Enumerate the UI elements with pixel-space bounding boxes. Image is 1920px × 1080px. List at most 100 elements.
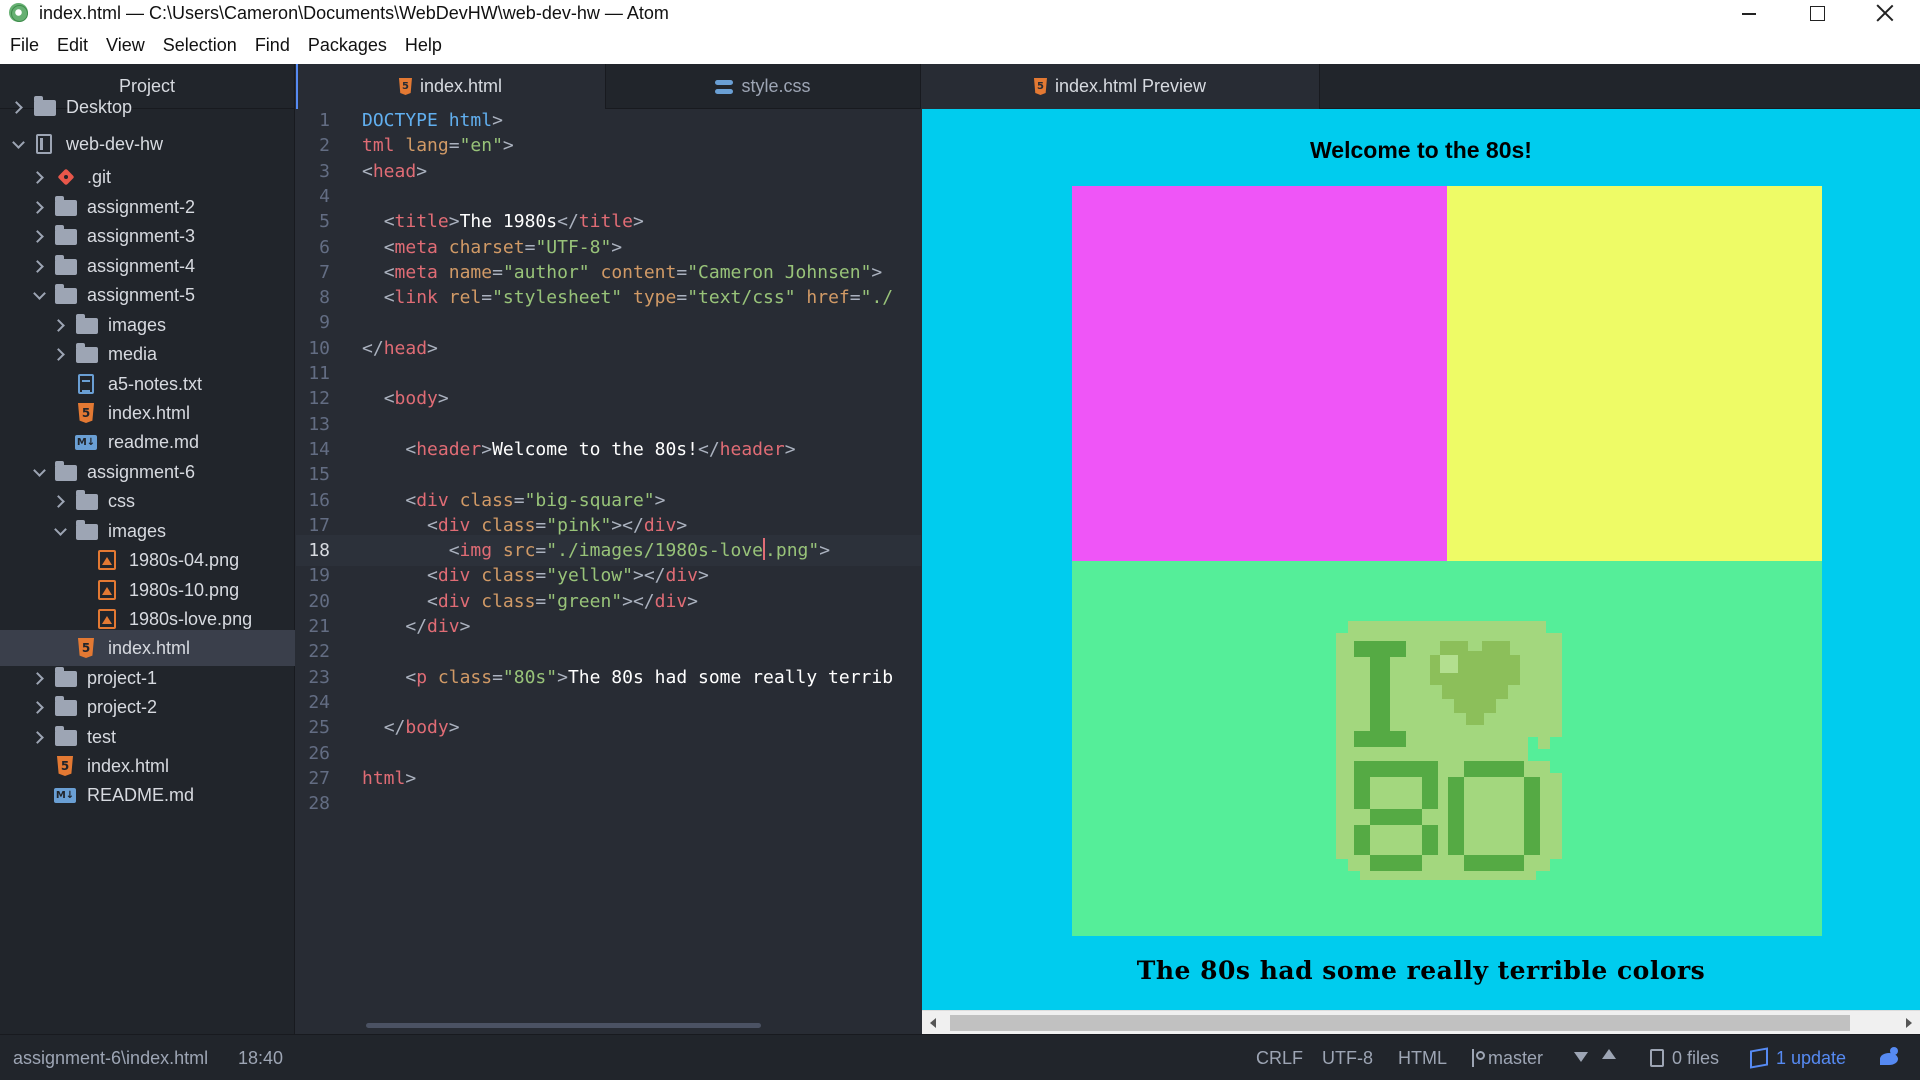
tree-item[interactable]: Desktop bbox=[0, 89, 295, 125]
editor-tab-bar: index.html style.css bbox=[296, 64, 921, 109]
chevron-right-icon[interactable] bbox=[33, 230, 45, 242]
close-button[interactable] bbox=[1851, 0, 1919, 26]
scrollbar-thumb[interactable] bbox=[950, 1015, 1850, 1031]
status-cursor-position[interactable]: 18:40 bbox=[238, 1048, 283, 1069]
html5-icon bbox=[398, 78, 412, 95]
menu-edit[interactable]: Edit bbox=[48, 35, 97, 56]
tab-index-html[interactable]: index.html bbox=[296, 64, 606, 109]
maximize-icon bbox=[1809, 5, 1825, 21]
chevron-down-icon[interactable] bbox=[54, 525, 66, 537]
minimize-icon bbox=[1742, 13, 1756, 15]
project-sidebar: Project Desktop web-dev-hw .git assignment-… bbox=[0, 64, 295, 1034]
status-encoding[interactable]: UTF-8 bbox=[1322, 1048, 1373, 1069]
menu-packages[interactable]: Packages bbox=[299, 35, 396, 56]
preview-horizontal-scrollbar[interactable] bbox=[922, 1010, 1920, 1034]
text-caret bbox=[763, 538, 766, 561]
chevron-right-icon[interactable] bbox=[33, 701, 45, 713]
maximize-button[interactable] bbox=[1783, 0, 1851, 26]
chevron-right-icon[interactable] bbox=[33, 171, 45, 183]
preview-paragraph: The 80s had some really terrible colors bbox=[1136, 956, 1706, 985]
window-title: index.html — C:\Users\Cameron\Documents\… bbox=[39, 3, 669, 23]
folder-icon bbox=[76, 490, 98, 510]
chevron-down-icon[interactable] bbox=[12, 138, 24, 150]
menu-view[interactable]: View bbox=[97, 35, 154, 56]
tree-item-label: 1980s-04.png bbox=[129, 549, 240, 570]
chevron-right-icon[interactable] bbox=[54, 348, 66, 360]
status-updates[interactable]: 1 update bbox=[1750, 1047, 1847, 1069]
tab-label: index.html bbox=[419, 76, 503, 96]
push-up-icon[interactable] bbox=[1602, 1049, 1616, 1059]
chevron-right-icon[interactable] bbox=[54, 495, 66, 507]
close-icon bbox=[1876, 4, 1894, 22]
html5-icon bbox=[1033, 78, 1047, 95]
chevron-right-icon[interactable] bbox=[12, 101, 24, 113]
tree-item[interactable]: web-dev-hw bbox=[0, 126, 295, 162]
tree-item-label: project-1 bbox=[87, 667, 158, 688]
minimize-button[interactable] bbox=[1715, 0, 1783, 26]
status-line-ending[interactable]: CRLF bbox=[1256, 1048, 1303, 1069]
tree-item-label: index.html bbox=[108, 637, 191, 658]
status-changed-files[interactable]: 0 files bbox=[1650, 1048, 1719, 1069]
chevron-right-icon[interactable] bbox=[54, 319, 66, 331]
folder-icon bbox=[76, 343, 98, 363]
bird-icon[interactable] bbox=[1878, 1047, 1900, 1067]
pink-square bbox=[1072, 186, 1447, 561]
atom-icon bbox=[9, 3, 28, 22]
chevron-right-icon[interactable] bbox=[33, 731, 45, 743]
text-file-icon bbox=[78, 374, 94, 394]
editor-horizontal-scrollbar[interactable] bbox=[366, 1023, 761, 1028]
tree-item-label: assignment-2 bbox=[87, 196, 196, 217]
status-branch[interactable]: master bbox=[1470, 1048, 1543, 1069]
changed-files-label: 0 files bbox=[1672, 1048, 1720, 1068]
tab-style-css[interactable]: style.css bbox=[606, 64, 921, 109]
i-love-80s-image bbox=[1336, 621, 1562, 880]
fetch-down-icon[interactable] bbox=[1574, 1052, 1588, 1062]
git-icon bbox=[57, 168, 75, 186]
chevron-right-icon[interactable] bbox=[33, 260, 45, 272]
menu-selection[interactable]: Selection bbox=[154, 35, 246, 56]
chevron-right-icon[interactable] bbox=[33, 201, 45, 213]
folder-icon bbox=[55, 196, 77, 216]
branch-label: master bbox=[1488, 1048, 1544, 1068]
tree-item-label: index.html bbox=[108, 402, 191, 423]
tree-item-label: media bbox=[108, 343, 158, 364]
tab-label: style.css bbox=[741, 76, 811, 96]
folder-icon bbox=[55, 696, 77, 716]
tree-item-label: assignment-4 bbox=[87, 255, 196, 276]
title-bar: index.html — C:\Users\Cameron\Documents\… bbox=[0, 0, 1920, 26]
html5-icon bbox=[78, 403, 94, 423]
tree-item-label: project-2 bbox=[87, 696, 158, 717]
status-bar: assignment-6\index.html 18:40 CRLF UTF-8… bbox=[0, 1034, 1920, 1080]
folder-icon bbox=[55, 461, 77, 481]
tree-item-label: web-dev-hw bbox=[66, 133, 164, 154]
html5-icon bbox=[78, 638, 94, 658]
chevron-down-icon[interactable] bbox=[33, 289, 45, 301]
scroll-right-icon[interactable] bbox=[1906, 1018, 1912, 1028]
folder-icon bbox=[55, 284, 77, 304]
scroll-left-icon[interactable] bbox=[930, 1018, 936, 1028]
chevron-down-icon[interactable] bbox=[33, 466, 45, 478]
folder-icon bbox=[55, 225, 77, 245]
menu-help[interactable]: Help bbox=[396, 35, 451, 56]
image-file-icon bbox=[98, 580, 116, 600]
tree-item[interactable]: README.md bbox=[0, 777, 295, 813]
status-grammar[interactable]: HTML bbox=[1398, 1048, 1447, 1069]
updates-label: 1 update bbox=[1776, 1048, 1847, 1068]
code-line[interactable]: 28 bbox=[296, 788, 921, 819]
html5-icon bbox=[57, 756, 73, 776]
markdown-icon bbox=[54, 787, 76, 803]
yellow-square bbox=[1447, 186, 1822, 561]
tree-item-label: 1980s-10.png bbox=[129, 579, 240, 600]
menu-file[interactable]: File bbox=[10, 35, 48, 56]
status-file-path[interactable]: assignment-6\index.html bbox=[13, 1048, 208, 1069]
code-editor[interactable]: 1 DOCTYPE html> 2 tml lang="en"> 3 <head> 4 5 <… bbox=[296, 109, 921, 1034]
chevron-right-icon[interactable] bbox=[33, 672, 45, 684]
tab-index-html-preview[interactable]: index.html Preview bbox=[921, 64, 1320, 109]
menu-find[interactable]: Find bbox=[246, 35, 299, 56]
folder-icon bbox=[76, 314, 98, 334]
tree-item-label: assignment-3 bbox=[87, 225, 196, 246]
tree-item-label: assignment-6 bbox=[87, 461, 196, 482]
